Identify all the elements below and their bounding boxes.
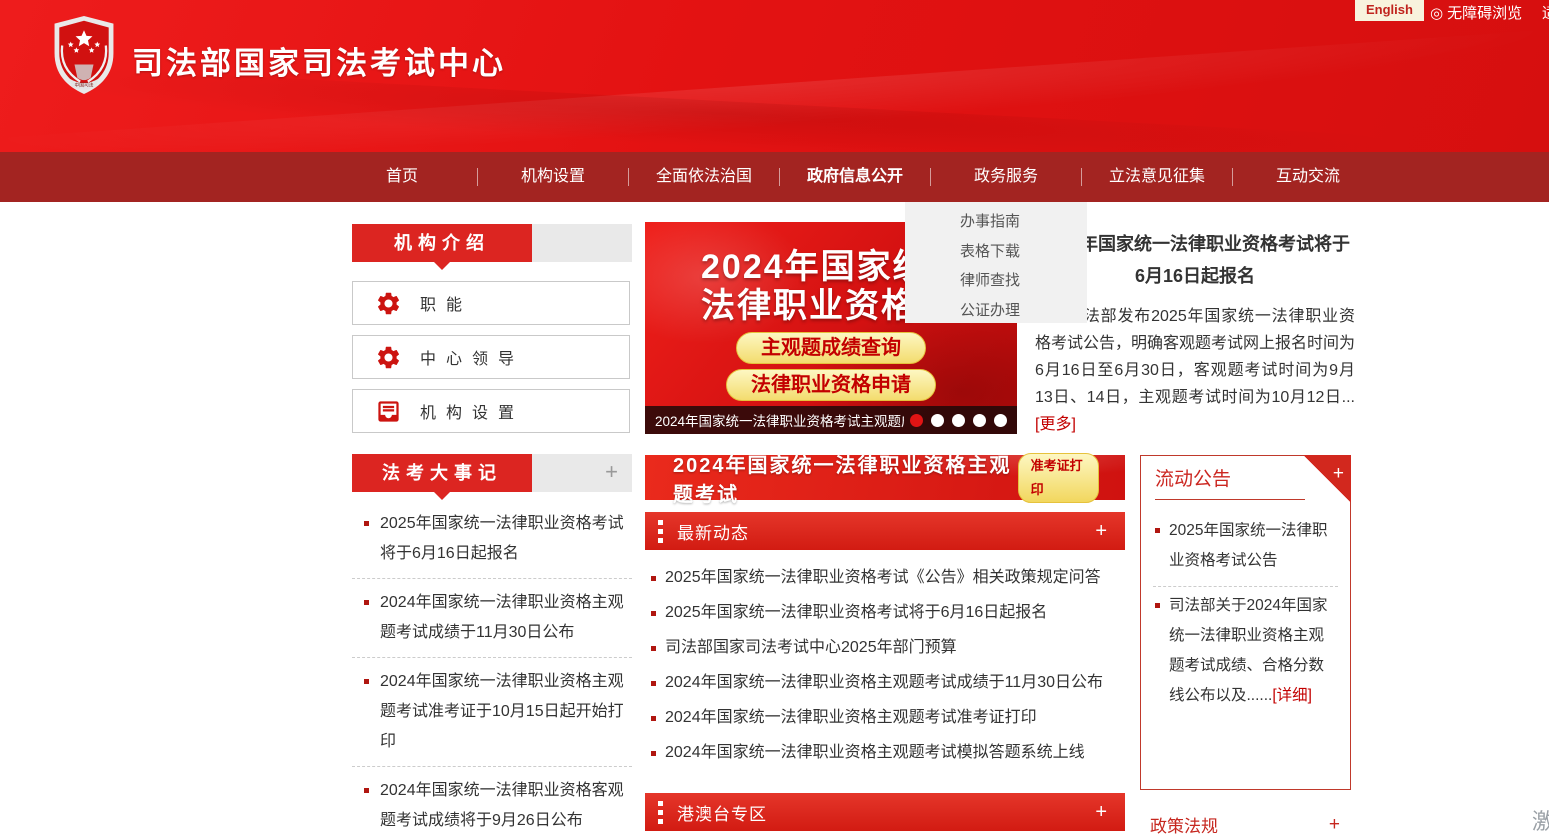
nav-item-gov-services[interactable]: 政务服务 — [931, 152, 1081, 202]
justice-emblem-logo: 中国司法 — [46, 14, 122, 96]
latest-news-title: 最新动态 — [677, 519, 749, 544]
dropdown-menu-item[interactable]: 办事指南 — [905, 207, 1087, 237]
sidebar-item-functions[interactable]: 职能 — [352, 281, 630, 325]
hmt-zone-more-button[interactable]: + — [1095, 801, 1107, 824]
hmt-zone-title: 港澳台专区 — [677, 800, 767, 825]
carousel-dot[interactable] — [973, 414, 986, 427]
nav-item-home[interactable]: 首页 — [327, 152, 477, 202]
sidebar-item-label: 中心领导 — [420, 345, 524, 369]
event-list-item[interactable]: 2024年国家统一法律职业资格主观题考试成绩于11月30日公布 — [352, 579, 632, 658]
event-list-item[interactable]: 2024年国家统一法律职业资格客观题考试成绩将于9月26日公布 — [352, 767, 632, 835]
scrolling-notice-panel: 流动公告 + 2025年国家统一法律职业资格考试公告 司法部关于2024年国家统… — [1140, 455, 1351, 790]
folded-corner: + — [1303, 455, 1351, 503]
accessibility-label: 无障碍浏览 — [1447, 2, 1522, 23]
detail-link[interactable]: [详细] — [1272, 687, 1312, 704]
dropdown-menu-item[interactable]: 表格下载 — [905, 237, 1087, 267]
latest-news-more-button[interactable]: + — [1095, 520, 1107, 543]
site-header: 中国司法 司法部国家司法考试中心 English ◎ 无障碍浏览 适 — [0, 0, 1549, 152]
news-list-item[interactable]: 司法部国家司法考试中心2025年部门预算 — [645, 630, 1127, 665]
gear-icon — [375, 290, 402, 317]
news-list-item[interactable]: 2025年国家统一法律职业资格考试《公告》相关政策规定问答 — [645, 560, 1127, 595]
nav-item-interaction[interactable]: 互动交流 — [1233, 152, 1383, 202]
events-more-button[interactable]: + — [605, 454, 618, 490]
subjective-score-query-button[interactable]: 主观题成绩查询 — [736, 332, 926, 364]
subjective-exam-banner[interactable]: 2024年国家统一法律职业资格主观题考试 准考证打印 — [645, 455, 1125, 500]
intro-section-header: 机构介绍 — [352, 224, 632, 262]
notice-more-button[interactable]: + — [1333, 463, 1344, 485]
carousel-dot[interactable] — [952, 414, 965, 427]
carousel-dots — [910, 414, 1007, 427]
policy-section-header: 政策法规 + — [1150, 812, 1340, 835]
notice-list-item[interactable]: 司法部关于2024年国家统一法律职业资格主观题考试成绩、合格分数线公布以及...… — [1153, 587, 1338, 721]
latest-news-section-bar: 最新动态 + — [645, 512, 1125, 550]
clipped-topbar-link[interactable]: 适 — [1542, 2, 1549, 23]
policy-more-button[interactable]: + — [1329, 814, 1340, 835]
dropdown-menu-item[interactable]: 公证办理 — [905, 296, 1087, 326]
event-list-item[interactable]: 2024年国家统一法律职业资格主观题考试准考证于10月15日起开始打印 — [352, 658, 632, 767]
accessibility-link[interactable]: ◎ 无障碍浏览 — [1430, 2, 1522, 23]
events-section-header: 法考大事记 + — [352, 454, 632, 492]
nav-item-rule-of-law[interactable]: 全面依法治国 — [629, 152, 779, 202]
eye-icon: ◎ — [1430, 4, 1443, 22]
policy-section-title[interactable]: 政策法规 — [1150, 812, 1218, 835]
nav-item-organization[interactable]: 机构设置 — [478, 152, 628, 202]
news-list-item[interactable]: 2024年国家统一法律职业资格主观题考试成绩于11月30日公布 — [645, 665, 1127, 700]
events-section-title: 法考大事记 — [352, 454, 532, 492]
admission-ticket-print-button[interactable]: 准考证打印 — [1018, 453, 1099, 503]
site-title: 司法部国家司法考试中心 — [132, 38, 506, 83]
list-icon — [658, 801, 663, 824]
intro-section-title: 机构介绍 — [352, 224, 532, 262]
sidebar-item-org-structure[interactable]: 机构设置 — [352, 389, 630, 433]
dropdown-menu-item[interactable]: 律师查找 — [905, 266, 1087, 296]
nav-item-gov-info[interactable]: 政府信息公开 — [780, 152, 930, 202]
notice-panel-title: 流动公告 — [1155, 464, 1305, 500]
events-list: 2025年国家统一法律职业资格考试将于6月16日起报名 2024年国家统一法律职… — [352, 500, 632, 835]
news-list-item[interactable]: 2024年国家统一法律职业资格主观题考试准考证打印 — [645, 700, 1127, 735]
hmt-zone-section-bar: 港澳台专区 + — [645, 793, 1125, 831]
gov-services-dropdown-menu: 办事指南 表格下载 律师查找 公证办理 — [905, 202, 1087, 323]
carousel-caption-bar: 2024年国家统一法律职业资格考试主观题成绩... — [645, 406, 1017, 434]
notice-list-item[interactable]: 2025年国家统一法律职业资格考试公告 — [1153, 512, 1338, 587]
event-list-item[interactable]: 2025年国家统一法律职业资格考试将于6月16日起报名 — [352, 500, 632, 579]
more-link[interactable]: [更多] — [1035, 416, 1076, 433]
sidebar-item-leadership[interactable]: 中心领导 — [352, 335, 630, 379]
latest-news-list: 2025年国家统一法律职业资格考试《公告》相关政策规定问答 2025年国家统一法… — [645, 560, 1127, 770]
main-navigation: 首页 机构设置 全面依法治国 政府信息公开 政务服务 立法意见征集 互动交流 — [0, 152, 1549, 202]
carousel-dot[interactable] — [910, 414, 923, 427]
banner-title: 2024年国家统一法律职业资格主观题考试 — [673, 449, 1018, 507]
news-list-item[interactable]: 2025年国家统一法律职业资格考试将于6月16日起报名 — [645, 595, 1127, 630]
sidebar-item-label: 职能 — [420, 291, 472, 315]
judicial-exam-center-homepage: 中国司法 司法部国家司法考试中心 English ◎ 无障碍浏览 适 首页 机构… — [0, 0, 1549, 835]
inbox-tray-icon — [375, 398, 402, 425]
sidebar-item-label: 机构设置 — [420, 399, 524, 423]
nav-item-legislation-opinions[interactable]: 立法意见征集 — [1082, 152, 1232, 202]
list-icon — [658, 520, 663, 543]
news-list-item[interactable]: 2024年国家统一法律职业资格主观题考试模拟答题系统上线 — [645, 735, 1127, 770]
gear-icon — [375, 344, 402, 371]
activation-watermark-fragment: 激 — [1532, 804, 1549, 835]
english-version-button[interactable]: English — [1355, 0, 1424, 21]
notice-list: 2025年国家统一法律职业资格考试公告 司法部关于2024年国家统一法律职业资格… — [1141, 500, 1350, 721]
carousel-caption-text[interactable]: 2024年国家统一法律职业资格考试主观题成绩... — [655, 410, 904, 430]
carousel-dot[interactable] — [994, 414, 1007, 427]
qualification-apply-button[interactable]: 法律职业资格申请 — [726, 369, 936, 401]
carousel-dot[interactable] — [931, 414, 944, 427]
